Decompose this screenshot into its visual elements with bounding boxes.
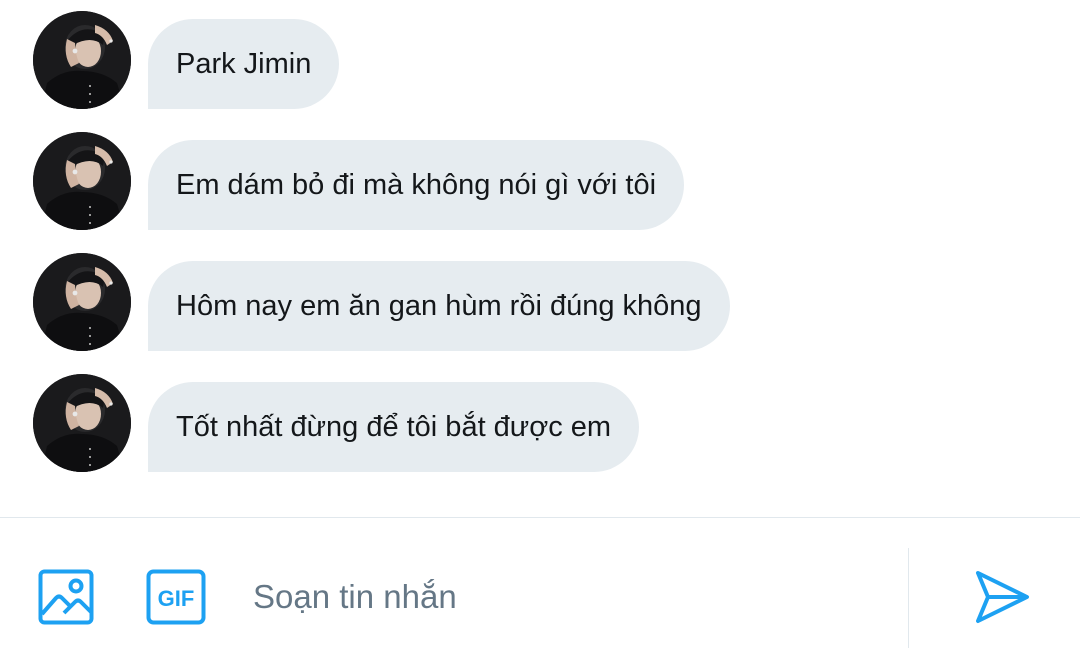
message-row: Em dám bỏ đi mà không nói gì với tôi (0, 132, 1080, 232)
gif-icon: GIF (146, 569, 206, 625)
message-bubble[interactable]: Tốt nhất đừng để tôi bắt được em (148, 382, 640, 472)
avatar-portrait (33, 253, 131, 351)
message-row: Hôm nay em ăn gan hùm rồi đúng không (0, 253, 1080, 353)
message-row: Park Jimin (0, 11, 1080, 111)
avatar[interactable] (33, 253, 131, 351)
image-icon (38, 569, 94, 625)
message-bubble[interactable]: Hôm nay em ăn gan hùm rồi đúng không (148, 261, 730, 351)
avatar[interactable] (33, 11, 131, 109)
message-bubble[interactable]: Em dám bỏ đi mà không nói gì với tôi (148, 140, 685, 230)
add-media-button[interactable] (38, 569, 94, 625)
avatar-portrait (33, 132, 131, 230)
composer-separator (908, 548, 909, 648)
message-composer: GIF (0, 518, 1080, 661)
send-icon (976, 571, 1029, 623)
send-button[interactable] (972, 568, 1032, 626)
message-bubble[interactable]: Park Jimin (148, 19, 340, 109)
gif-label: GIF (158, 586, 195, 611)
avatar-portrait (33, 374, 131, 472)
avatar[interactable] (33, 132, 131, 230)
message-list: Park Jimin Em dám bỏ đi mà không nói gì … (0, 0, 1080, 517)
message-input[interactable] (240, 564, 916, 630)
avatar[interactable] (33, 374, 131, 472)
add-gif-button[interactable]: GIF (146, 569, 206, 625)
message-row: Tốt nhất đừng để tôi bắt được em (0, 374, 1080, 474)
avatar-portrait (33, 11, 131, 109)
